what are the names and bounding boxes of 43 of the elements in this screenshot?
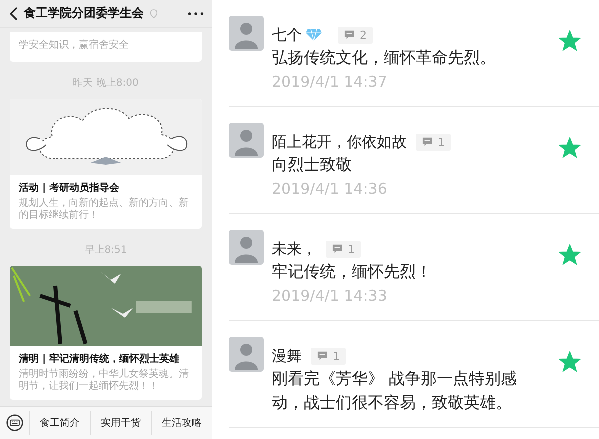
star-icon[interactable] [559, 137, 581, 159]
keyboard-icon[interactable] [6, 414, 24, 432]
article-summary: 学安全知识，赢宿舍安全 [19, 40, 130, 52]
user-name: 陌上花开，你依如故 [272, 132, 407, 152]
user-name: 漫舞 [272, 346, 302, 366]
comment-text: 弘扬传统文化，缅怀革命先烈。 [272, 47, 497, 69]
star-icon[interactable] [559, 30, 581, 52]
more-icon[interactable] [188, 12, 204, 16]
avatar-icon [229, 337, 264, 372]
article-card[interactable]: 活动 | 考研动员指导会 规划人生，向新的起点、新的方向、新的目标继续前行！ [10, 99, 202, 229]
menu-item[interactable]: 食工简介 [29, 411, 90, 435]
comment-icon [317, 351, 328, 361]
article-title: 活动 | 考研动员指导会 [19, 182, 121, 195]
reply-number: 1 [348, 242, 355, 256]
reply-number: 1 [438, 136, 445, 148]
article-summary: 清明时节雨纷纷，中华儿女祭英魂。清明节，让我们一起缅怀先烈！！ [19, 369, 190, 393]
comment-time: 2019/4/1 14:33 [272, 286, 388, 307]
comment-time: 2019/4/1 14:37 [272, 72, 388, 93]
comment-icon [422, 137, 433, 147]
user-name: 未来， [272, 240, 317, 258]
menu-item[interactable]: 实用干货 [90, 411, 151, 435]
back-icon[interactable] [10, 6, 18, 20]
comment-icon [332, 244, 343, 254]
article-summary: 规划人生，向新的起点、新的方向、新的目标继续前行！ [19, 198, 190, 222]
avatar-icon [229, 230, 264, 265]
avatar-icon [229, 16, 264, 51]
badge-icon [150, 8, 158, 18]
reply-number: 2 [360, 28, 367, 42]
article-title: 清明 | 牢记清明传统，缅怀烈士英雄 [19, 353, 181, 366]
article-card[interactable]: 清明 | 牢记清明传统，缅怀烈士英雄 清明时节雨纷纷，中华儿女祭英魂。清明节，让我们一起缅怀先烈！！ [10, 266, 202, 400]
comment-icon [344, 30, 355, 40]
chat-title: 食工学院分团委学生会 [24, 5, 144, 22]
comment-text: 牢记传统，缅怀先烈！ [272, 261, 433, 283]
comment-text: 刚看完《芳华》 战争那一点特别感动，战士们很不容易，致敬英雄。 [272, 368, 518, 414]
message-time: 昨天 晚上8:00 [73, 78, 139, 90]
star-icon[interactable] [559, 244, 581, 266]
comment-time: 2019/4/1 14:36 [272, 179, 388, 200]
comment-text: 向烈士致敬 [272, 154, 353, 176]
avatar-icon [229, 123, 264, 158]
reply-number: 1 [333, 350, 340, 362]
message-time: 早上8:51 [84, 245, 128, 257]
user-name: 七个 [272, 26, 302, 44]
star-icon[interactable] [559, 351, 581, 373]
